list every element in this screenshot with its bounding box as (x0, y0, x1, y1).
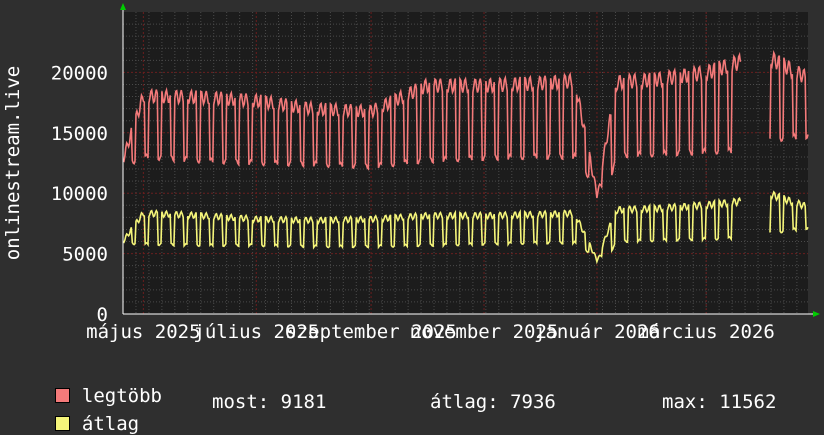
y-axis-arrow (120, 3, 126, 10)
x-tick-label: május 2025 (86, 321, 200, 343)
stat-current-value: 9181 (280, 391, 327, 413)
stat-current: most: 9181 (212, 391, 326, 413)
stat-max-value: 11562 (719, 391, 777, 413)
stat-max: max: 11562 (662, 391, 776, 413)
legend-avg-label: átlag (81, 413, 140, 435)
stat-current-label: most: (212, 391, 270, 413)
legend-avg-swatch (54, 416, 70, 431)
plot-area (123, 12, 808, 314)
y-tick-label: 15000 (51, 123, 108, 145)
y-tick-label: 10000 (51, 183, 108, 205)
x-axis-arrow (813, 311, 820, 317)
y-tick-label: 5000 (62, 244, 108, 266)
legend-avg: átlag (32, 391, 139, 435)
y-axis-label: onlinestream.live (2, 66, 24, 260)
x-tick-label: március 2026 (638, 321, 775, 343)
stat-average-value: 7936 (510, 391, 556, 413)
y-tick-label: 20000 (51, 62, 108, 84)
stat-average-label: átlag: (430, 391, 499, 413)
stat-max-label: max: (662, 391, 708, 413)
stat-average: átlag: 7936 (430, 391, 556, 413)
